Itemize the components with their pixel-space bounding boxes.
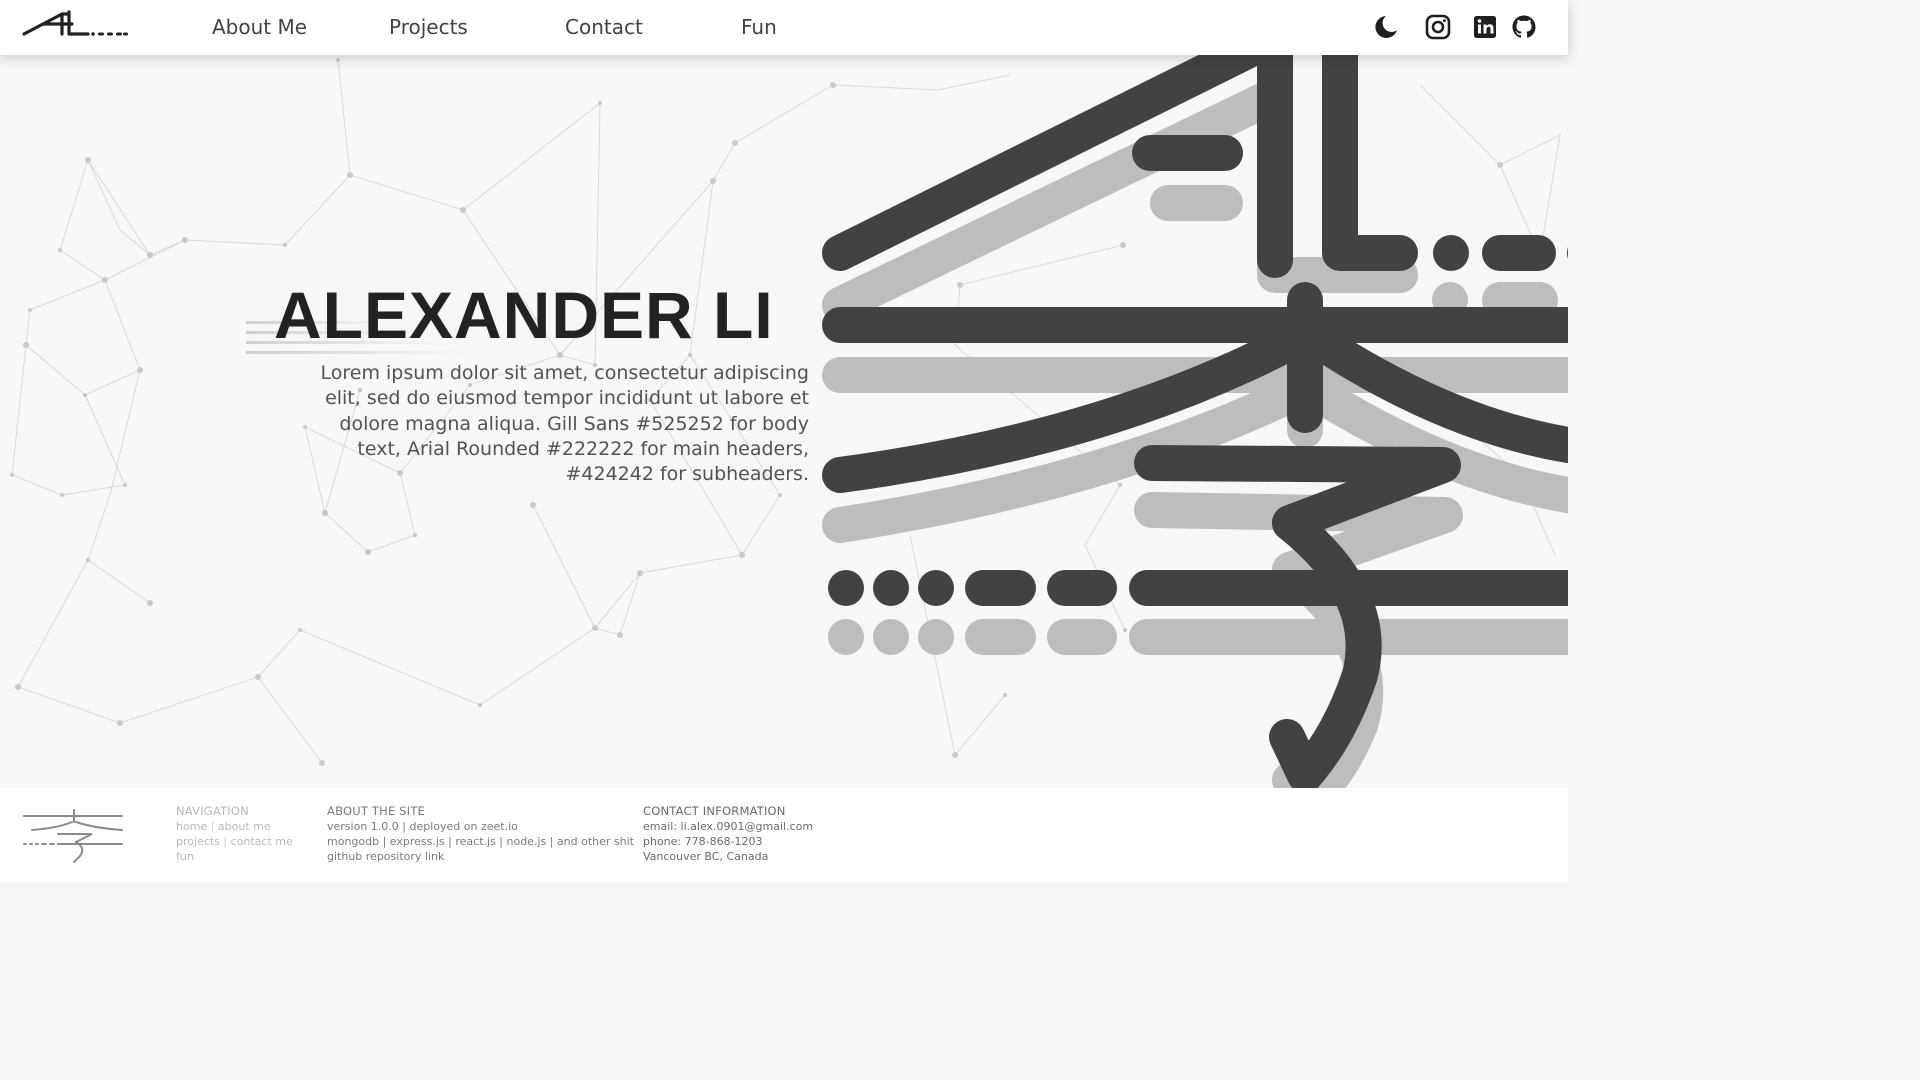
hero-body-text: Lorem ipsum dolor sit amet, consectetur … [320, 362, 810, 486]
nav-contact[interactable]: Contact [565, 15, 643, 39]
footer: NAVIGATION home | about me projects | co… [0, 788, 1568, 882]
footer-navigation: NAVIGATION home | about me projects | co… [176, 804, 293, 863]
hero-section: ALEXANDER LI Lorem ipsum dolor sit amet,… [0, 55, 1568, 788]
footer-about-site: ABOUT THE SITE version 1.0.0 | deployed … [327, 804, 634, 864]
footer-logo[interactable] [22, 808, 126, 864]
footer-link-projects[interactable]: projects [176, 835, 220, 848]
footer-link-fun[interactable]: fun [176, 850, 194, 863]
footer-contact-heading: CONTACT INFORMATION [643, 804, 786, 818]
footer-about-heading: ABOUT THE SITE [327, 804, 426, 818]
footer-stack-text: mongodb | express.js | react.js | node.j… [327, 835, 634, 848]
instagram-icon[interactable] [1424, 13, 1452, 41]
footer-link-contact-me[interactable]: contact me [231, 835, 293, 848]
footer-link-home[interactable]: home [176, 820, 207, 833]
nav-projects[interactable]: Projects [389, 15, 468, 39]
hero-title: ALEXANDER LI [274, 278, 774, 352]
github-icon[interactable] [1510, 13, 1538, 41]
moon-icon[interactable] [1371, 13, 1399, 41]
footer-nav-heading: NAVIGATION [176, 804, 249, 818]
footer-github-repo-link[interactable]: github repository link [327, 849, 634, 864]
footer-location: Vancouver BC, Canada [643, 850, 769, 863]
top-navigation-bar: About Me Projects Contact Fun [0, 0, 1568, 55]
footer-version-text: version 1.0.0 | deployed on zeet.io [327, 820, 518, 833]
footer-contact-information: CONTACT INFORMATION email: li.alex.0901@… [643, 804, 813, 864]
nav-fun[interactable]: Fun [741, 15, 777, 39]
footer-email[interactable]: email: li.alex.0901@gmail.com [643, 819, 813, 834]
nav-about-me[interactable]: About Me [212, 15, 307, 39]
footer-phone: phone: 778-868-1203 [643, 835, 763, 848]
site-logo[interactable] [22, 10, 130, 40]
footer-link-about-me[interactable]: about me [218, 820, 271, 833]
linkedin-icon[interactable] [1471, 13, 1499, 41]
